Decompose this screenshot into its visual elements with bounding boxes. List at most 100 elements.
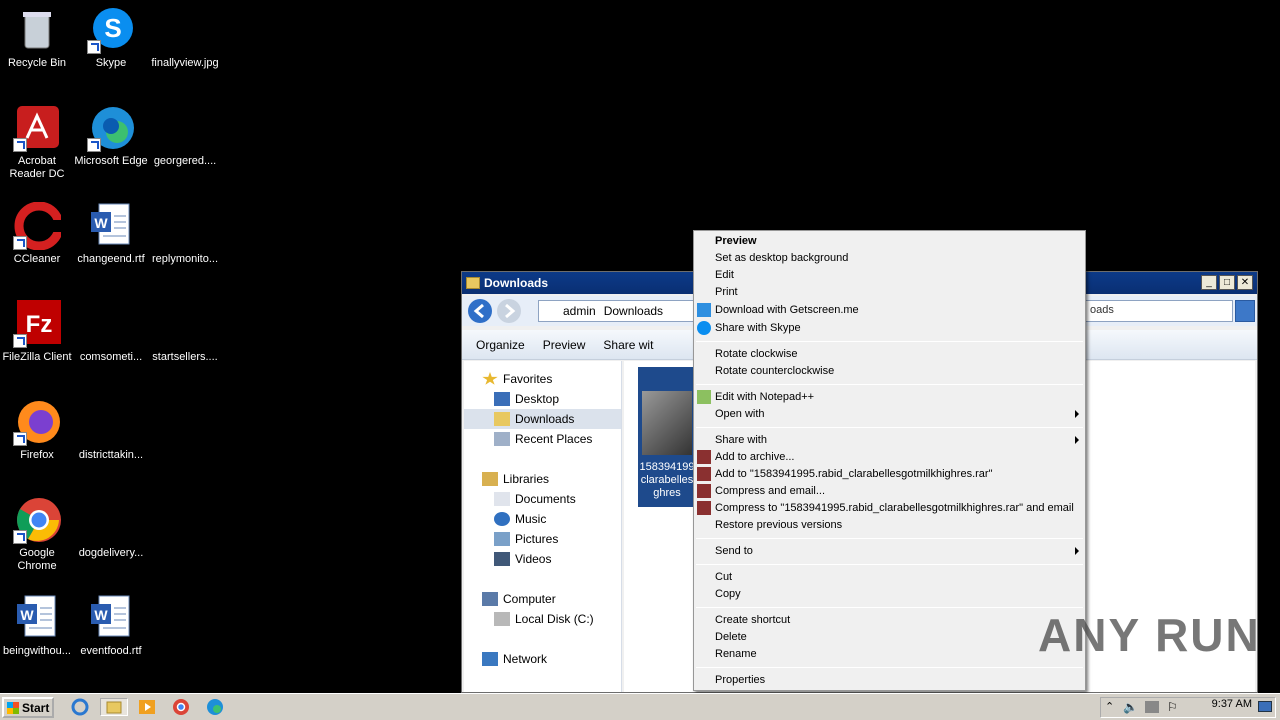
image-file-icon — [161, 6, 209, 54]
menu-item-properties[interactable]: Properties — [715, 672, 765, 689]
acrobat-icon — [13, 104, 61, 152]
menu-item-send-to[interactable]: Send to — [715, 543, 753, 560]
menu-item-preview[interactable]: Preview — [715, 233, 757, 250]
menu-item-getscreen[interactable]: Download with Getscreen.me — [715, 302, 859, 319]
start-button[interactable]: Start — [2, 697, 54, 718]
desktop-icon-ccleaner[interactable]: CCleaner — [0, 201, 74, 266]
organize-button[interactable]: Organize — [476, 338, 525, 352]
taskbar-clock[interactable]: 9:37 AM — [1212, 698, 1252, 710]
skype-icon — [697, 321, 711, 335]
desktop-icon-dogdelivery[interactable]: dogdelivery... — [74, 496, 148, 560]
show-hidden-icons-icon[interactable]: ⌃ — [1105, 700, 1114, 713]
menu-item-cut[interactable]: Cut — [715, 569, 732, 586]
desktop-icon-changeend[interactable]: W changeend.rtf — [74, 202, 148, 266]
menu-item-create-shortcut[interactable]: Create shortcut — [715, 612, 790, 629]
volume-icon[interactable]: 🔈 — [1123, 700, 1138, 714]
show-desktop-icon[interactable] — [1258, 701, 1272, 712]
menu-item-add-rar[interactable]: Add to "1583941995.rabid_clarabellesgotm… — [715, 466, 992, 483]
libraries-icon — [482, 472, 498, 486]
breadcrumb-admin[interactable]: admin — [563, 304, 596, 318]
back-button[interactable] — [468, 299, 492, 323]
desktop-icon-label: replymonito... — [151, 253, 219, 265]
share-with-button[interactable]: Share wit — [603, 338, 653, 352]
desktop-icon-districttakin[interactable]: districttakin... — [74, 398, 148, 462]
menu-item-share-with[interactable]: Share with — [715, 432, 767, 449]
preview-button[interactable]: Preview — [543, 338, 586, 352]
menu-item-edit[interactable]: Edit — [715, 267, 734, 284]
submenu-arrow-icon — [1075, 410, 1079, 418]
nav-libraries[interactable]: Libraries — [464, 469, 621, 489]
shortcut-arrow-icon — [87, 138, 101, 152]
menu-item-set-desktop-background[interactable]: Set as desktop background — [715, 250, 848, 267]
desktop-icon-label: finallyview.jpg — [151, 57, 219, 69]
file-name-line: 158394199 — [639, 461, 695, 473]
submenu-arrow-icon — [1075, 547, 1079, 555]
desktop-icon-edge[interactable]: Microsoft Edge — [74, 104, 148, 168]
network-tray-icon[interactable] — [1145, 701, 1159, 713]
menu-item-rename[interactable]: Rename — [715, 646, 757, 663]
nav-computer[interactable]: Computer — [464, 589, 621, 609]
chrome-icon[interactable] — [171, 698, 191, 716]
nav-pictures[interactable]: Pictures — [464, 529, 621, 549]
menu-item-compress-email[interactable]: Compress and email... — [715, 483, 825, 500]
search-input[interactable]: oads — [1083, 300, 1233, 322]
nav-desktop[interactable]: Desktop — [464, 389, 621, 409]
address-box[interactable]: admin Downloads — [538, 300, 698, 322]
nav-videos[interactable]: Videos — [464, 549, 621, 569]
word-document-icon: W — [13, 594, 61, 642]
menu-item-delete[interactable]: Delete — [715, 629, 747, 646]
nav-local-disk[interactable]: Local Disk (C:) — [464, 609, 621, 629]
desktop-icon-recycle-bin[interactable]: Recycle Bin — [0, 6, 74, 70]
desktop-icon-eventfood[interactable]: W eventfood.rtf — [74, 594, 148, 658]
nav-network[interactable]: Network — [464, 649, 621, 669]
file-item-selected[interactable]: 158394199 clarabelles ghres — [638, 367, 696, 507]
action-center-flag-icon[interactable]: ⚐ — [1167, 700, 1178, 714]
media-player-icon[interactable] — [137, 698, 157, 716]
menu-item-edit-notepad[interactable]: Edit with Notepad++ — [715, 389, 814, 406]
desktop-icon — [494, 392, 510, 406]
desktop-icon-acrobat[interactable]: Acrobat Reader DC — [0, 104, 74, 181]
maximize-button[interactable]: □ — [1219, 275, 1235, 290]
search-icon[interactable] — [1235, 300, 1255, 322]
computer-icon — [482, 592, 498, 606]
desktop-icon-firefox[interactable]: Firefox — [0, 398, 74, 462]
nav-downloads[interactable]: Downloads — [464, 409, 621, 429]
menu-item-open-with[interactable]: Open with — [715, 406, 765, 423]
desktop-icon-comsometi[interactable]: comsometi... — [74, 300, 148, 364]
explorer-taskbar-icon[interactable] — [100, 698, 128, 716]
minimize-button[interactable]: _ — [1201, 275, 1217, 290]
close-button[interactable]: ✕ — [1237, 275, 1253, 290]
desktop-icon-startsellers[interactable]: startsellers.... — [148, 300, 222, 364]
nav-favorites[interactable]: Favorites — [464, 369, 621, 389]
internet-explorer-icon[interactable] — [70, 698, 90, 716]
breadcrumb-downloads[interactable]: Downloads — [604, 304, 663, 318]
desktop-icon-filezilla[interactable]: Fz FileZilla Client — [0, 300, 74, 364]
desktop-icon-chrome[interactable]: Google Chrome — [0, 496, 74, 573]
menu-item-restore-versions[interactable]: Restore previous versions — [715, 517, 842, 534]
menu-item-rotate-clockwise[interactable]: Rotate clockwise — [715, 346, 798, 363]
nav-documents[interactable]: Documents — [464, 489, 621, 509]
hard-disk-icon — [494, 612, 510, 626]
menu-item-share-skype[interactable]: Share with Skype — [715, 320, 801, 337]
desktop-icon-label: georgered.... — [153, 155, 217, 167]
desktop-icon-georgered[interactable]: georgered.... — [148, 104, 222, 168]
desktop-icon-finallyview[interactable]: finallyview.jpg — [148, 6, 222, 70]
nav-music[interactable]: Music — [464, 509, 621, 529]
menu-item-add-archive[interactable]: Add to archive... — [715, 449, 795, 466]
forward-button[interactable] — [497, 299, 521, 323]
desktop-icon-skype[interactable]: S Skype — [74, 6, 148, 70]
menu-item-print[interactable]: Print — [715, 284, 738, 301]
menu-item-rotate-counterclockwise[interactable]: Rotate counterclockwise — [715, 363, 834, 380]
desktop-icon-beingwithou[interactable]: W beingwithou... — [0, 594, 74, 658]
menu-item-compress-rar-email[interactable]: Compress to "1583941995.rabid_clarabelle… — [715, 500, 1074, 517]
menu-item-copy[interactable]: Copy — [715, 586, 741, 603]
music-icon — [494, 512, 510, 526]
edge-icon[interactable] — [205, 698, 225, 716]
nav-recent-places[interactable]: Recent Places — [464, 429, 621, 449]
winrar-icon — [697, 501, 711, 515]
desktop-icon-label: comsometi... — [79, 351, 143, 363]
desktop-icon-replymonito[interactable]: replymonito... — [148, 202, 222, 266]
getscreen-icon — [697, 303, 711, 317]
desktop-icon-label: Acrobat Reader DC — [9, 155, 65, 180]
menu-separator — [696, 538, 1083, 539]
